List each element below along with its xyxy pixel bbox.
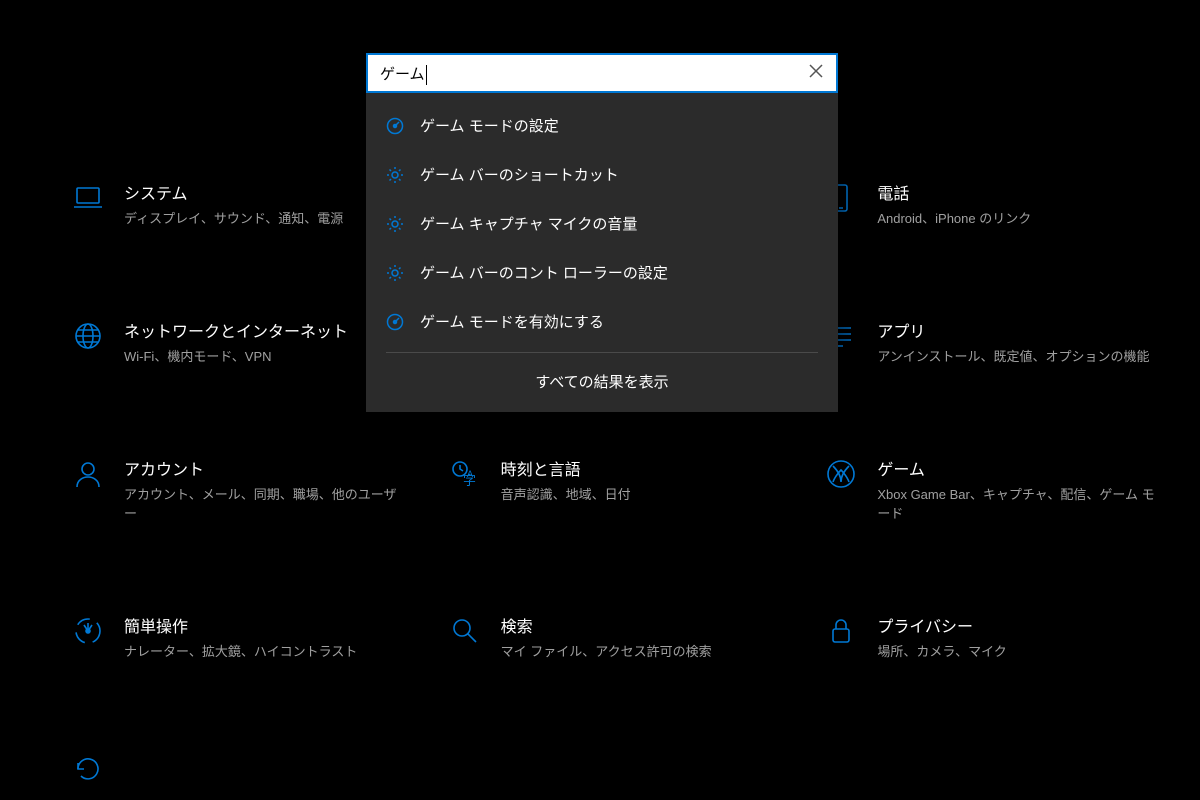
tile-accounts[interactable]: アカウント アカウント、メール、同期、職場、他のユーザー (70, 456, 407, 522)
tile-title: アプリ (877, 318, 1149, 342)
clear-search-button[interactable] (796, 53, 836, 93)
suggestions-list: ゲーム モードの設定 ゲーム バーのショートカット ゲーム キャプチャ マイクの… (366, 93, 838, 346)
gauge-icon (386, 117, 404, 135)
suggestion-label: ゲーム モードを有効にする (420, 311, 604, 332)
tile-title: 検索 (501, 613, 712, 637)
suggestion-label: ゲーム キャプチャ マイクの音量 (420, 213, 637, 234)
tile-time-language[interactable]: 字A 時刻と言語 音声認識、地域、日付 (447, 456, 784, 522)
globe-icon (70, 318, 106, 354)
suggestion-item[interactable]: ゲーム バーのショートカット (366, 150, 838, 199)
svg-text:A: A (467, 469, 473, 479)
update-icon (70, 751, 106, 787)
tile-title: 時刻と言語 (501, 456, 631, 480)
tile-title: 電話 (877, 180, 1031, 204)
search-bar (366, 53, 838, 93)
tile-desc: Xbox Game Bar、キャプチャ、配信、ゲーム モード (877, 486, 1160, 522)
xbox-icon (823, 456, 859, 492)
gauge-icon (386, 313, 404, 331)
tile-desc: Wi-Fi、機内モード、VPN (124, 348, 348, 366)
tile-gaming[interactable]: ゲーム Xbox Game Bar、キャプチャ、配信、ゲーム モード (823, 456, 1160, 522)
search-icon (447, 613, 483, 649)
tile-title: プライバシー (877, 613, 1006, 637)
tile-desc: Android、iPhone のリンク (877, 210, 1031, 228)
tile-title: 簡単操作 (124, 613, 357, 637)
tile-network[interactable]: ネットワークとインターネット Wi-Fi、機内モード、VPN (70, 318, 407, 366)
tile-search[interactable]: 検索 マイ ファイル、アクセス許可の検索 (447, 613, 784, 661)
tile-system[interactable]: システム ディスプレイ、サウンド、通知、電源 (70, 180, 407, 228)
tile-desc: 音声認識、地域、日付 (501, 486, 631, 504)
tile-title: システム (124, 180, 343, 204)
tile-ease-of-access[interactable]: 簡単操作 ナレーター、拡大鏡、ハイコントラスト (70, 613, 407, 661)
gear-icon (386, 166, 404, 184)
tile-desc: アンインストール、既定値、オプションの機能 (877, 348, 1149, 366)
person-icon (70, 456, 106, 492)
tile-update[interactable] (70, 751, 407, 787)
tile-privacy[interactable]: プライバシー 場所、カメラ、マイク (823, 613, 1160, 661)
tile-phone[interactable]: 電話 Android、iPhone のリンク (823, 180, 1160, 228)
suggestion-label: ゲーム バーのショートカット (420, 164, 619, 185)
tile-title: ゲーム (877, 456, 1160, 480)
tile-desc: ディスプレイ、サウンド、通知、電源 (124, 210, 343, 228)
tile-desc: アカウント、メール、同期、職場、他のユーザー (124, 486, 407, 522)
suggestion-item[interactable]: ゲーム キャプチャ マイクの音量 (366, 199, 838, 248)
suggestion-item[interactable]: ゲーム モードを有効にする (366, 297, 838, 346)
text-cursor (426, 65, 427, 85)
search-suggestions-popup: ゲーム モードの設定 ゲーム バーのショートカット ゲーム キャプチャ マイクの… (366, 53, 838, 412)
tile-title: アカウント (124, 456, 407, 480)
tile-apps[interactable]: アプリ アンインストール、既定値、オプションの機能 (823, 318, 1160, 366)
time-language-icon: 字A (447, 456, 483, 492)
tile-desc: マイ ファイル、アクセス許可の検索 (501, 643, 712, 661)
gear-icon (386, 215, 404, 233)
accessibility-icon (70, 613, 106, 649)
show-all-results-button[interactable]: すべての結果を表示 (366, 353, 838, 412)
suggestion-label: ゲーム バーのコント ローラーの設定 (420, 262, 668, 283)
laptop-icon (70, 180, 106, 216)
suggestion-item[interactable]: ゲーム モードの設定 (366, 101, 838, 150)
settings-search-input[interactable] (368, 65, 796, 82)
close-icon (809, 64, 823, 83)
tile-desc: 場所、カメラ、マイク (877, 643, 1006, 661)
gear-icon (386, 264, 404, 282)
tile-title: ネットワークとインターネット (124, 318, 348, 342)
suggestion-label: ゲーム モードの設定 (420, 115, 559, 136)
tile-desc: ナレーター、拡大鏡、ハイコントラスト (124, 643, 357, 661)
suggestion-item[interactable]: ゲーム バーのコント ローラーの設定 (366, 248, 838, 297)
lock-icon (823, 613, 859, 649)
